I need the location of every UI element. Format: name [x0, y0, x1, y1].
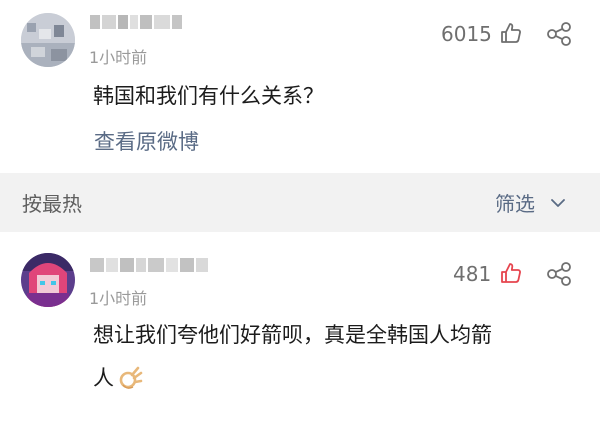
- comment-text-line2-text: 人: [93, 366, 114, 390]
- chevron-down-icon: [551, 198, 565, 207]
- avatar-image: [21, 253, 75, 307]
- share-icon[interactable]: [546, 261, 572, 287]
- comment-text-line2: 人: [93, 360, 144, 396]
- ok-hand-emoji: [119, 366, 143, 389]
- username-blurred[interactable]: [90, 15, 182, 29]
- like-count[interactable]: 481: [453, 262, 491, 286]
- share-icon[interactable]: [546, 21, 572, 47]
- comment-time: 1小时前: [89, 48, 148, 67]
- filter-label: 筛选: [495, 192, 535, 216]
- avatar[interactable]: [21, 253, 75, 307]
- filter-button[interactable]: 筛选: [495, 188, 565, 217]
- comment-text-line1: 想让我们夸他们好箭呗，真是全韩国人均箭: [93, 323, 492, 347]
- avatar[interactable]: [21, 13, 75, 67]
- view-original-post-link[interactable]: 查看原微博: [94, 126, 199, 156]
- username-blurred[interactable]: [90, 258, 208, 272]
- avatar-image: [21, 13, 75, 67]
- comment-time: 1小时前: [89, 289, 148, 308]
- comment-card: 1小时前 481 想让我们夸他们好箭呗，真是全韩国人均箭 人: [0, 232, 600, 433]
- comment-card: 1小时前 6015 韩国和我们有什么关系？ 查看原微博: [0, 0, 600, 173]
- thumb-up-icon-liked[interactable]: [499, 261, 523, 285]
- sort-hottest-label[interactable]: 按最热: [22, 188, 82, 217]
- thumb-up-icon[interactable]: [499, 21, 523, 45]
- comment-text: 韩国和我们有什么关系？: [93, 84, 324, 108]
- like-count[interactable]: 6015: [441, 22, 492, 46]
